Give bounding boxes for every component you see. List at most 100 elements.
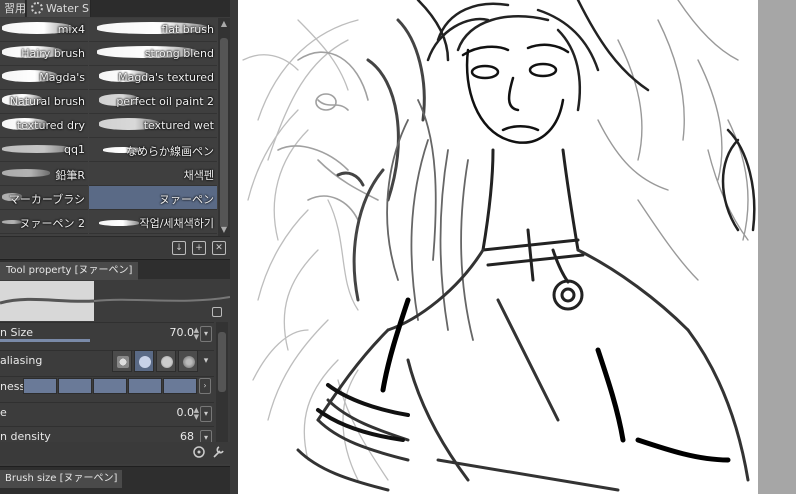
brush-item-pencil-r[interactable]: 鉛筆R <box>0 162 88 186</box>
brush-stroke-preview <box>99 220 139 226</box>
scroll-down-icon[interactable]: ▼ <box>220 226 228 234</box>
brush-label: textured wet <box>143 119 214 132</box>
brush-label: flat brush <box>161 23 214 36</box>
brush-label: Hairy brush <box>21 47 85 60</box>
brush-item-textured-dry[interactable]: textured dry <box>0 114 88 138</box>
tool-property-tab[interactable]: Tool property [ヌァーペン] <box>0 262 139 280</box>
brush-set-tabs: 習用 Water S <box>0 0 230 17</box>
brush-item-korean-coloring[interactable]: 작업/세채색하기 <box>89 210 217 234</box>
brush-set-tab-0[interactable]: 習用 <box>0 0 26 17</box>
anti-aliasing-label: aliasing <box>0 354 43 367</box>
hardness-segment[interactable] <box>128 378 162 394</box>
spin-icon[interactable]: ▲ ▼ <box>194 327 199 341</box>
tab-label: Water S <box>46 2 89 15</box>
aa-strong-icon <box>183 356 195 368</box>
density-row[interactable]: n density 68 ▾ <box>0 426 214 442</box>
brush-label: Magda's textured <box>118 71 214 84</box>
hardness-segment[interactable] <box>23 378 57 394</box>
brush-label: qq1 <box>64 143 85 156</box>
brush-item-magdas-textured[interactable]: Magda's textured <box>89 66 217 90</box>
hardness-expand-icon[interactable]: › <box>199 378 211 394</box>
scrollbar-thumb[interactable] <box>218 332 226 392</box>
brush-size-value[interactable]: 70.0 <box>170 326 195 339</box>
brush-item-natural[interactable]: Natural brush <box>0 90 88 114</box>
brush-item-nupen[interactable]: ヌァーペン <box>89 186 217 210</box>
copy-brush-icon[interactable]: ↓ <box>172 241 186 255</box>
aa-dropdown-icon[interactable]: ▾ <box>200 350 212 372</box>
brush-size-panel-header: Brush size [ヌァーペン] <box>0 466 230 494</box>
brush-item-textured-wet[interactable]: textured wet <box>89 114 217 138</box>
left-panel: 習用 Water S mix4 Hairy brush Magda's Natu… <box>0 0 230 494</box>
hardness-segment[interactable] <box>163 378 197 394</box>
brush-item-qq1[interactable]: qq1 <box>0 138 88 162</box>
brush-preview <box>0 281 230 321</box>
brush-label: ヌァーペン 2 <box>19 217 86 230</box>
aa-medium-button[interactable] <box>156 350 176 372</box>
brush-set-tab-1[interactable]: Water S <box>27 0 91 17</box>
spin-icon[interactable]: ▲ ▼ <box>194 407 199 421</box>
brush-item-flat[interactable]: flat brush <box>89 18 217 42</box>
wrench-icon[interactable] <box>211 445 225 459</box>
dynamics-dropdown-icon[interactable]: ▾ <box>200 406 212 422</box>
canvas-side-strip <box>758 0 796 494</box>
brush-list: mix4 Hairy brush Magda's Natural brush t… <box>0 18 218 236</box>
dynamics-dropdown-icon[interactable]: ▾ <box>200 430 212 442</box>
lock-icon[interactable] <box>212 307 222 317</box>
brush-actions-bar: ↓ + ✕ <box>0 236 230 258</box>
brush-item-nupen-2[interactable]: ヌァーペン 2 <box>0 210 88 234</box>
brush-label: Magda's <box>39 71 85 84</box>
brush-label: 鉛筆R <box>55 169 85 182</box>
tab-label: 習用 <box>4 2 26 15</box>
aa-medium-icon <box>161 356 173 368</box>
brush-label: 작업/세채색하기 <box>139 217 214 230</box>
row4-value[interactable]: 0.0 <box>177 406 195 419</box>
delete-brush-icon[interactable]: ✕ <box>212 241 226 255</box>
scroll-up-icon[interactable]: ▲ <box>220 20 228 28</box>
brush-preview-trail <box>94 296 230 302</box>
add-brush-icon[interactable]: + <box>192 241 206 255</box>
brush-size-row[interactable]: n Size 70.0 ▲ ▼ ▾ <box>0 322 214 344</box>
brush-stroke-preview <box>2 169 50 177</box>
brush-item-hairy[interactable]: Hairy brush <box>0 42 88 66</box>
density-value[interactable]: 68 <box>180 430 194 442</box>
tool-property-footer <box>0 442 230 464</box>
brush-label: マーカーブラシ <box>8 193 85 206</box>
hardness-segment[interactable] <box>58 378 92 394</box>
canvas-area <box>230 0 796 494</box>
settings-icon[interactable] <box>192 445 206 459</box>
brush-item-strong-blend[interactable]: strong blend <box>89 42 217 66</box>
tool-property-scrollbar[interactable] <box>216 322 228 442</box>
brush-item-perfect-oil[interactable]: perfect oil paint 2 <box>89 90 217 114</box>
brush-label: mix4 <box>57 23 85 36</box>
aa-strong-button[interactable] <box>178 350 198 372</box>
drawing-canvas[interactable] <box>238 0 758 494</box>
brush-label: なめらか線画ペン <box>126 145 214 158</box>
density-label: n density <box>0 430 51 442</box>
brush-item-smooth-lineart[interactable]: なめらか線画ペン <box>89 138 217 162</box>
aa-weak-button[interactable] <box>134 350 154 372</box>
brush-item-mix4[interactable]: mix4 <box>0 18 88 42</box>
brush-size-label: n Size <box>0 326 34 339</box>
row4[interactable]: e 0.0 ▲ ▼ ▾ <box>0 402 214 424</box>
sketch-artwork <box>242 0 756 492</box>
aa-none-icon <box>117 356 129 368</box>
hardness-segment[interactable] <box>93 378 127 394</box>
brush-preview-stroke <box>0 297 95 305</box>
brush-size-tab[interactable]: Brush size [ヌァーペン] <box>0 470 123 488</box>
aa-weak-icon <box>139 356 151 368</box>
brush-label: perfect oil paint 2 <box>116 95 214 108</box>
hardness-label: ness <box>0 380 26 393</box>
brush-label: 채색펜 <box>183 169 214 182</box>
dynamics-dropdown-icon[interactable]: ▾ <box>200 326 212 342</box>
brush-item-magdas[interactable]: Magda's <box>0 66 88 90</box>
aa-none-button[interactable] <box>112 350 132 372</box>
tool-property-header: Tool property [ヌァーペン] <box>0 259 230 280</box>
brush-size-slider[interactable] <box>0 339 90 342</box>
brush-item-marker[interactable]: マーカーブラシ <box>0 186 88 210</box>
brush-stroke-preview <box>2 145 72 153</box>
brush-item-chaesaekpen[interactable]: 채색펜 <box>89 162 217 186</box>
brush-preview-box <box>0 281 95 321</box>
brush-label: textured dry <box>16 119 85 132</box>
scrollbar-thumb[interactable] <box>220 38 228 228</box>
brush-list-scrollbar[interactable]: ▲ ▼ <box>218 18 230 236</box>
